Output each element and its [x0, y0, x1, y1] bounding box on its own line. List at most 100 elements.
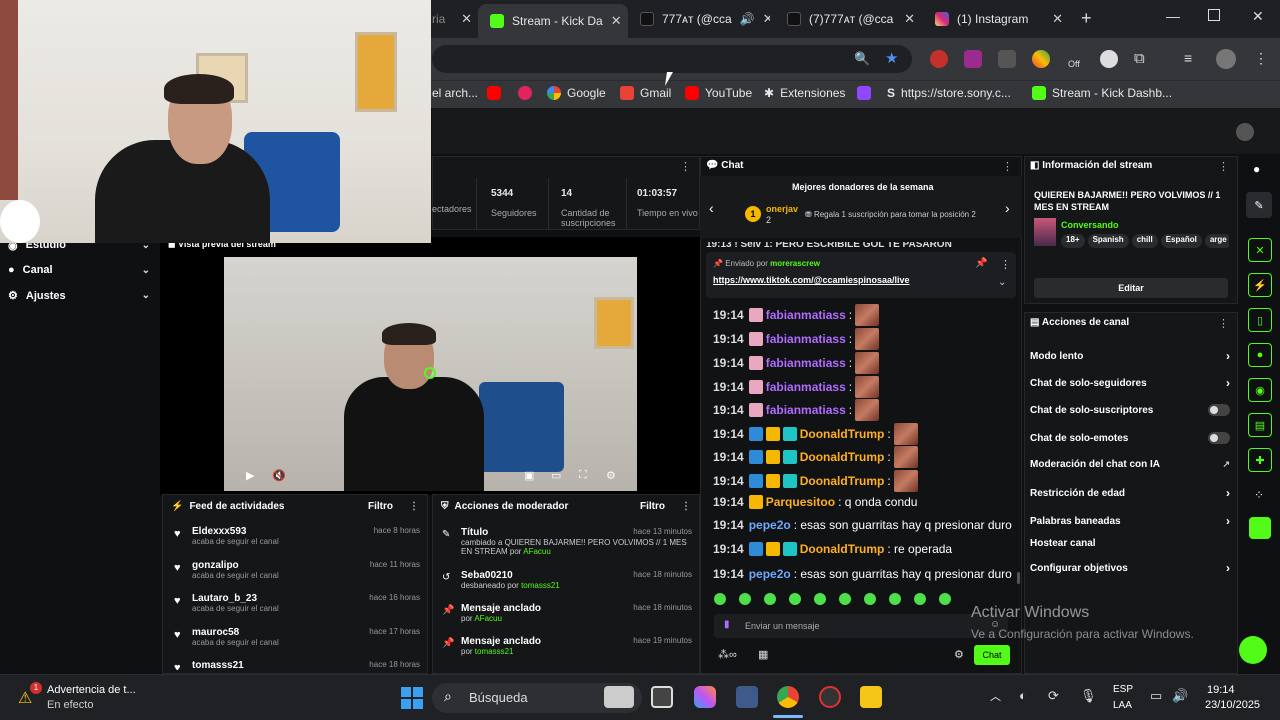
quick-emote-icon[interactable]: [864, 593, 876, 605]
bookmark-item[interactable]: el arch...: [432, 86, 478, 100]
stream-preview-video[interactable]: ▶ 🔇 ▣ ▭ ⛶ ⚙: [224, 257, 637, 491]
toggle-switch[interactable]: [1208, 404, 1230, 416]
volume-icon[interactable]: 🔊: [1172, 688, 1188, 704]
extension-icon[interactable]: [1100, 50, 1118, 68]
quick-emote-icon[interactable]: [739, 593, 751, 605]
extension-icon[interactable]: [930, 50, 948, 68]
chat-username[interactable]: DoonaldTrump: [800, 427, 885, 441]
edit-info-button[interactable]: Editar: [1034, 278, 1228, 298]
quick-emote-icon[interactable]: [914, 593, 926, 605]
clipboard-icon[interactable]: ▤: [1248, 413, 1272, 437]
windows-start-icon[interactable]: [401, 687, 423, 709]
chat-username[interactable]: pepe2o: [749, 567, 791, 581]
language-code[interactable]: ESP: [1113, 684, 1133, 695]
browser-menu-icon[interactable]: ⋮: [1254, 50, 1268, 67]
quick-emote-icon[interactable]: [889, 593, 901, 605]
chevron-down-icon[interactable]: ⌄: [998, 277, 1006, 288]
rail-tool-icon[interactable]: ✕: [1248, 238, 1272, 262]
feed-filter-button[interactable]: Filtro: [368, 501, 393, 512]
info-menu-icon[interactable]: ⋮: [1218, 160, 1229, 173]
channel-action-row[interactable]: Chat de solo-suscriptores: [1030, 404, 1230, 416]
bookmark-sony[interactable]: Shttps://store.sony.c...: [887, 86, 1011, 100]
chat-username[interactable]: fabianmatiass: [766, 356, 846, 370]
keyboard-layout[interactable]: LAA: [1113, 700, 1132, 711]
channel-action-row[interactable]: Restricción de edad ›: [1030, 486, 1230, 500]
microphone-icon[interactable]: 🎙: [1080, 688, 1097, 704]
extension-icon[interactable]: [1032, 50, 1050, 68]
bookmark-kick[interactable]: Stream - Kick Dashb...: [1032, 86, 1172, 100]
bookmark-item[interactable]: [518, 86, 532, 100]
stream-tag[interactable]: arge: [1204, 234, 1229, 248]
chat-bubble-icon[interactable]: ●: [1248, 343, 1272, 367]
extension-off-label[interactable]: Off: [1068, 59, 1080, 69]
quick-emote-icon[interactable]: [939, 593, 951, 605]
network-icon[interactable]: ◐: [1019, 688, 1027, 703]
quick-emote-icon[interactable]: [714, 593, 726, 605]
close-tab-icon[interactable]: ✕: [461, 11, 472, 27]
channel-action-row[interactable]: Modo lento ›: [1030, 349, 1230, 363]
channel-action-row[interactable]: Hostear canal: [1030, 538, 1230, 549]
bookmark-youtube[interactable]: YouTube: [685, 86, 752, 100]
close-window-button[interactable]: ✕: [1252, 8, 1264, 25]
theater-icon[interactable]: ▭: [551, 469, 561, 482]
stream-tag[interactable]: Spanish: [1087, 234, 1129, 248]
chat-users-icon[interactable]: ⁂∞: [718, 648, 737, 661]
media-control-icon[interactable]: ≡: [1184, 50, 1192, 66]
stream-tag[interactable]: chill: [1131, 234, 1158, 248]
pinned-link[interactable]: https://www.tiktok.com/@ccamiespinosaa/l…: [713, 275, 910, 285]
tab-tiktok-1[interactable]: 777ᴀᴛ (@cca 🔊 ✕: [640, 6, 770, 32]
stats-menu-icon[interactable]: ⋮: [680, 160, 691, 173]
close-tab-icon[interactable]: ✕: [904, 11, 915, 27]
bookmark-gmail[interactable]: Gmail: [620, 86, 671, 100]
chat-username[interactable]: fabianmatiass: [766, 403, 846, 417]
pencil-icon[interactable]: ✎: [1246, 192, 1272, 218]
bookmark-twitch[interactable]: [857, 86, 871, 100]
toggle-switch[interactable]: [1208, 432, 1230, 444]
user-avatar[interactable]: [1236, 123, 1254, 141]
minimize-button[interactable]: —: [1166, 8, 1180, 24]
task-view-icon[interactable]: [651, 686, 673, 708]
new-tab-button[interactable]: +: [1081, 8, 1092, 29]
profile-avatar[interactable]: [1216, 49, 1236, 69]
bookmark-star-icon[interactable]: ★: [885, 49, 898, 67]
chat-username[interactable]: DoonaldTrump: [800, 542, 885, 556]
close-tab-icon[interactable]: ✕: [611, 13, 622, 29]
chat-username[interactable]: DoonaldTrump: [800, 474, 885, 488]
channel-action-row[interactable]: Configurar objetivos ›: [1030, 561, 1230, 575]
chevron-right-icon[interactable]: ›: [1005, 200, 1010, 216]
play-icon[interactable]: ▶: [246, 469, 254, 482]
omnibox[interactable]: [432, 45, 912, 73]
chat-menu-icon[interactable]: ⋮: [1002, 160, 1013, 173]
apps-icon[interactable]: ⁘: [1254, 488, 1264, 502]
display-icon[interactable]: ▭: [1150, 688, 1162, 704]
floating-chat-button[interactable]: [1239, 636, 1267, 664]
tab-kick-stream[interactable]: Stream - Kick Da ✕: [478, 4, 628, 38]
document-icon[interactable]: ▯: [1248, 308, 1272, 332]
channel-action-row[interactable]: Chat de solo-emotes: [1030, 432, 1230, 444]
sidebar-item-ajustes[interactable]: ⚙ Ajustes ⌄: [8, 289, 150, 303]
channel-action-row[interactable]: Palabras baneadas ›: [1030, 514, 1230, 528]
mod-menu-icon[interactable]: ⋮: [681, 501, 691, 512]
chevron-left-icon[interactable]: ‹: [709, 200, 714, 216]
notepad-icon[interactable]: [736, 686, 758, 708]
obs-icon[interactable]: [819, 686, 841, 708]
mod-username[interactable]: tomasss21: [521, 581, 560, 590]
extension-shield-icon[interactable]: [964, 50, 982, 68]
stream-tag[interactable]: Español: [1160, 234, 1202, 248]
chevron-up-icon[interactable]: ︿: [990, 688, 1001, 704]
channel-action-row[interactable]: Chat de solo-seguidores ›: [1030, 376, 1230, 390]
quick-emote-icon[interactable]: [814, 593, 826, 605]
chat-username[interactable]: Parquesitoo: [766, 495, 835, 509]
quick-emote-icon[interactable]: [764, 593, 776, 605]
tab-tiktok-2[interactable]: (7)777ᴀᴛ (@cca ✕: [787, 6, 915, 32]
chat-username[interactable]: pepe2o: [749, 518, 791, 532]
mod-username[interactable]: tomasss21: [475, 647, 514, 656]
quick-emote-icon[interactable]: [789, 593, 801, 605]
sidebar-item-canal[interactable]: ● Canal ⌄: [8, 264, 150, 276]
chat-send-button[interactable]: Chat: [974, 645, 1010, 665]
bookmark-youtube-icon[interactable]: [487, 86, 501, 100]
chat-username[interactable]: fabianmatiass: [766, 308, 846, 322]
extension-icon[interactable]: [998, 50, 1016, 68]
tab-partial[interactable]: ria ✕: [432, 6, 472, 32]
clock-date[interactable]: 23/10/2025: [1205, 699, 1260, 711]
